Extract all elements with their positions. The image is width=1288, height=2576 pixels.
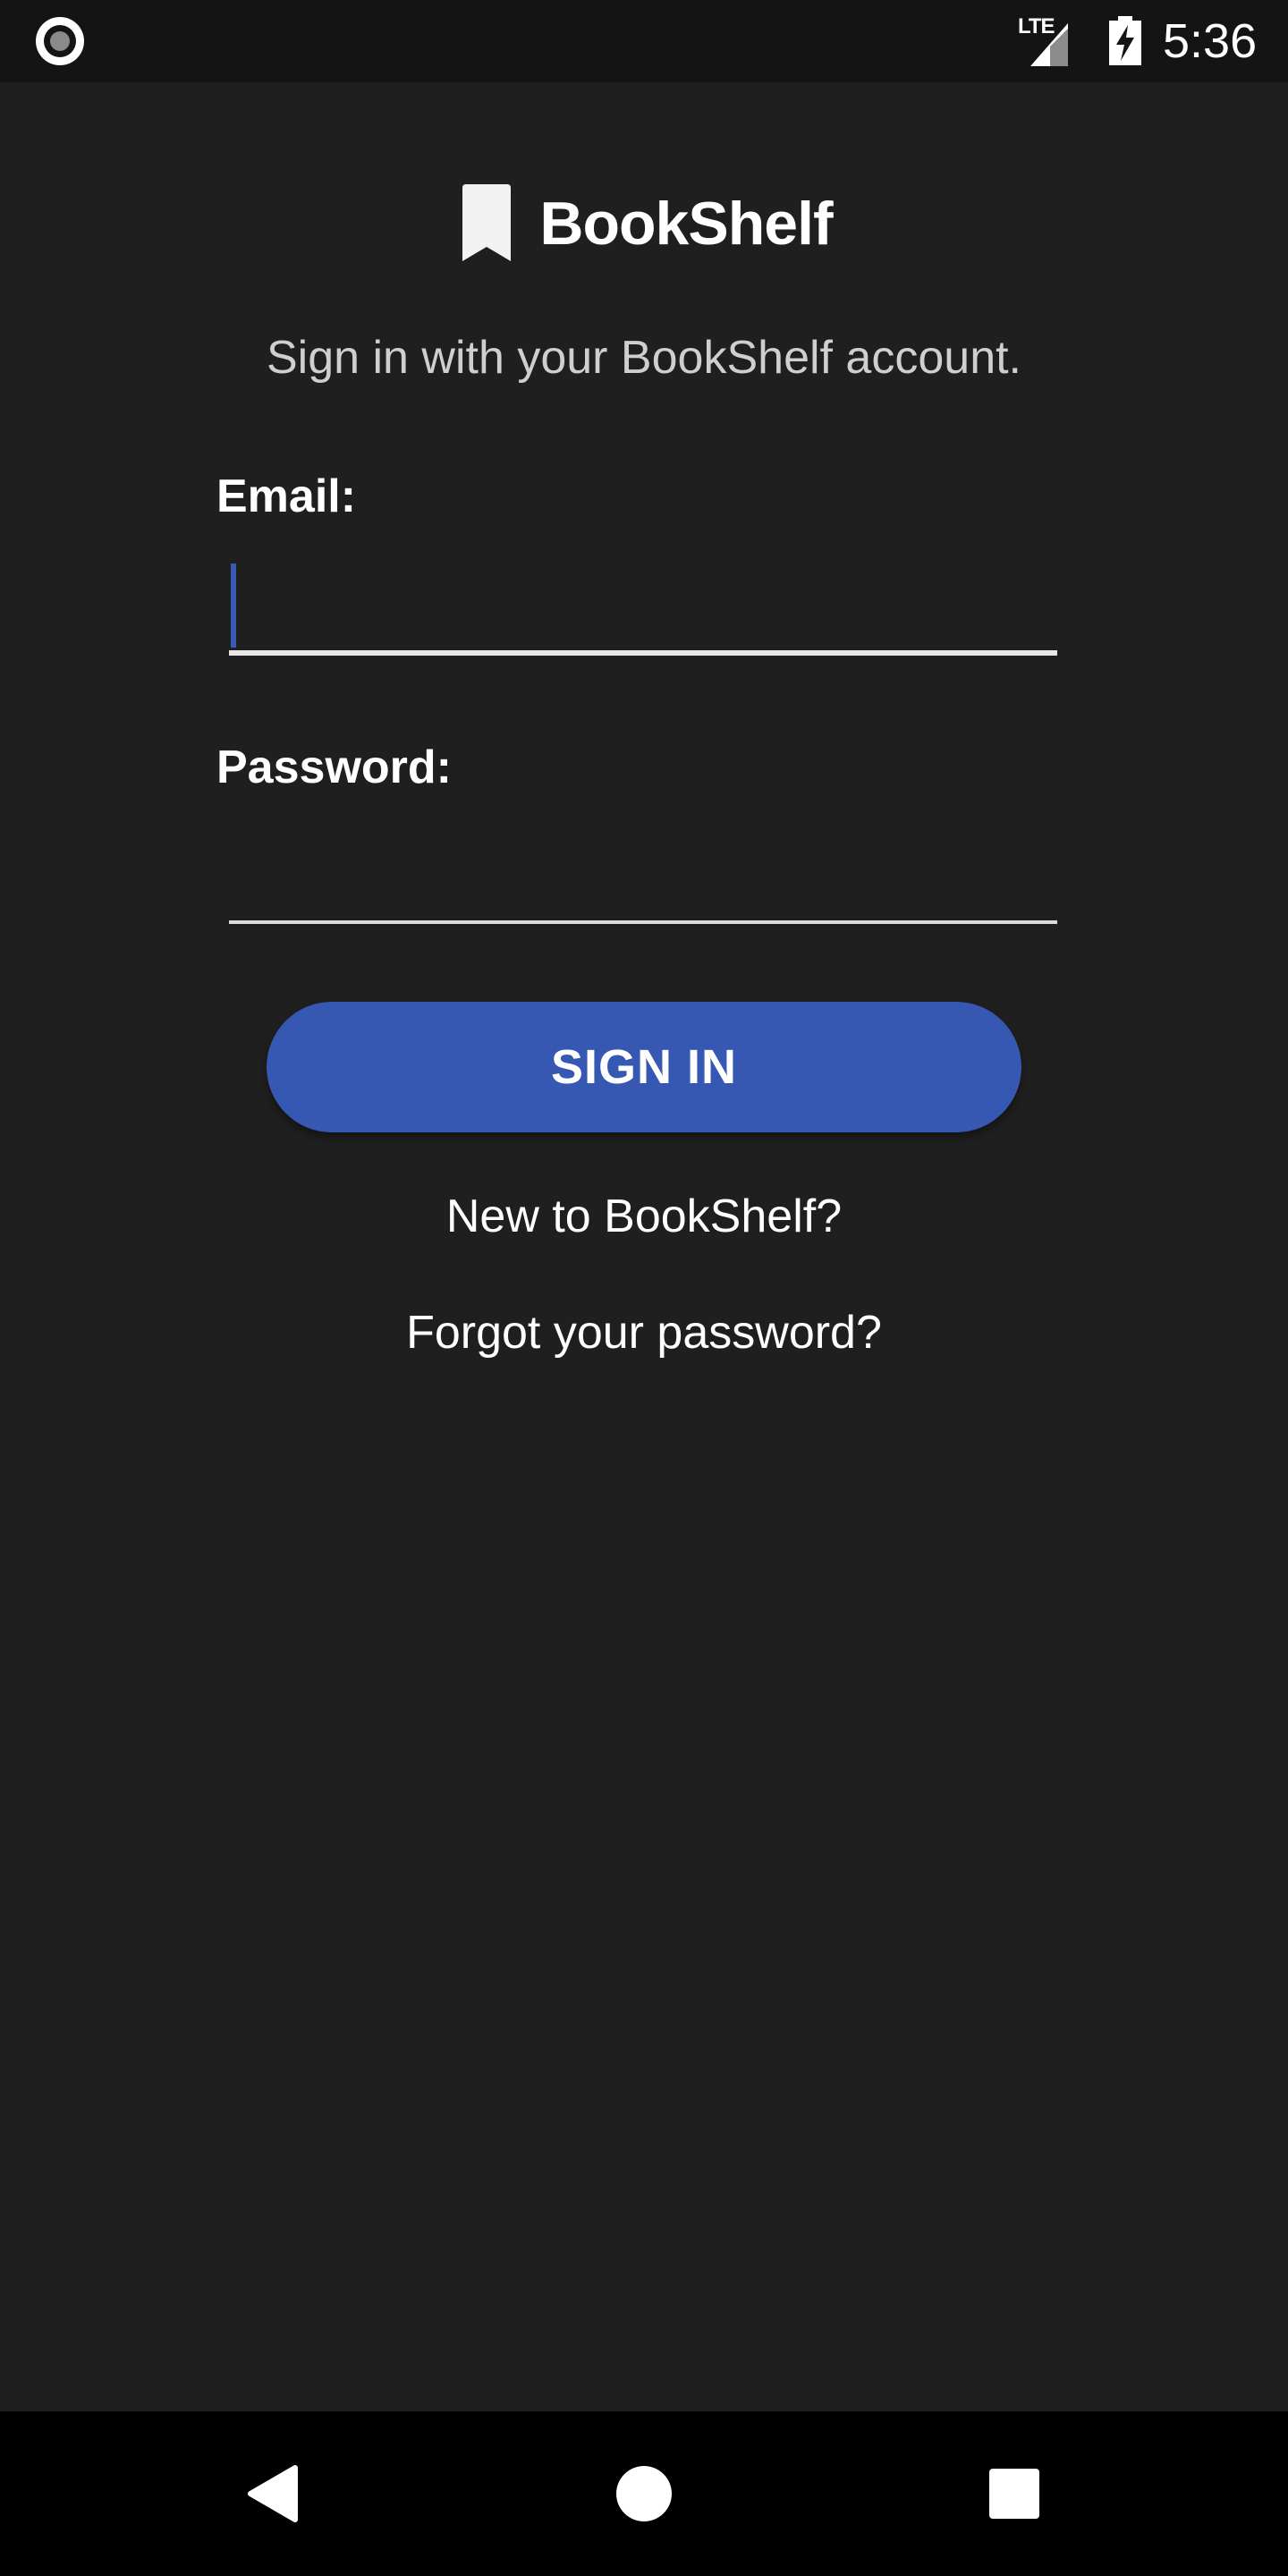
battery-charging-icon bbox=[1107, 16, 1143, 66]
back-button[interactable] bbox=[202, 2411, 345, 2576]
recents-icon bbox=[989, 2469, 1039, 2519]
forgot-password-link[interactable]: Forgot your password? bbox=[0, 1306, 1288, 1360]
signal-icon: LTE bbox=[1018, 14, 1079, 68]
recents-button[interactable] bbox=[943, 2411, 1086, 2576]
home-button[interactable] bbox=[572, 2411, 716, 2576]
password-label: Password: bbox=[216, 741, 452, 793]
sign-in-button[interactable]: SIGN IN bbox=[267, 1002, 1021, 1132]
navigation-bar bbox=[0, 2411, 1288, 2576]
record-icon bbox=[36, 17, 84, 65]
text-cursor bbox=[231, 564, 236, 648]
email-field[interactable] bbox=[229, 559, 1057, 656]
status-clock: 5:36 bbox=[1163, 14, 1258, 68]
email-label: Email: bbox=[216, 470, 357, 522]
app-header: BookShelf bbox=[0, 179, 1288, 268]
app-title: BookShelf bbox=[539, 190, 833, 258]
password-field[interactable] bbox=[229, 827, 1057, 924]
page-subtitle: Sign in with your BookShelf account. bbox=[266, 332, 1022, 384]
home-icon bbox=[616, 2466, 672, 2521]
new-user-link[interactable]: New to BookShelf? bbox=[0, 1190, 1288, 1243]
status-bar: LTE 5:36 bbox=[0, 0, 1288, 82]
bookmark-icon bbox=[462, 184, 512, 261]
back-icon bbox=[248, 2465, 298, 2522]
